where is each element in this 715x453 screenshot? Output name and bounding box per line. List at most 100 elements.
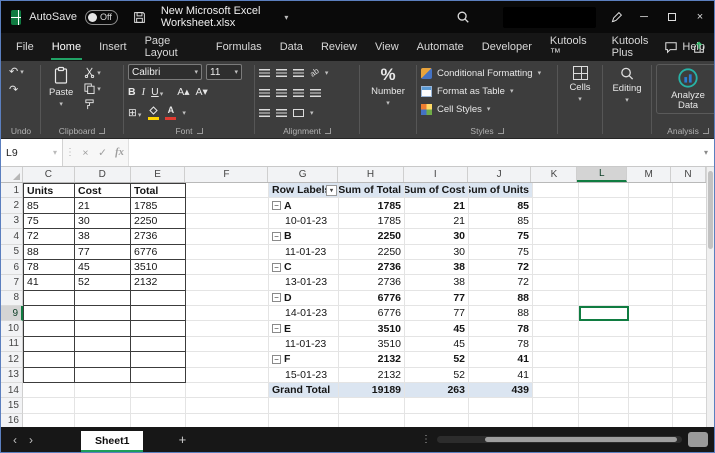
cell-J14[interactable]: 439: [469, 383, 533, 398]
cell-D2[interactable]: 21: [75, 198, 131, 213]
cell-M9[interactable]: [629, 306, 673, 321]
cell-J1[interactable]: Sum of Units: [469, 183, 533, 198]
tab-view[interactable]: View: [366, 33, 408, 61]
cell-N15[interactable]: [673, 398, 708, 413]
font-color-button[interactable]: A: [165, 106, 176, 120]
cell-L8[interactable]: [579, 291, 629, 306]
row-header-2[interactable]: 2: [1, 198, 23, 213]
cell-E11[interactable]: [131, 337, 186, 352]
align-left-icon[interactable]: [259, 89, 270, 97]
collapse-icon[interactable]: −: [272, 201, 281, 210]
collapse-icon[interactable]: −: [272, 232, 281, 241]
cell-J9[interactable]: 88: [469, 306, 533, 321]
cell-N3[interactable]: [673, 214, 708, 229]
search-icon[interactable]: [456, 10, 470, 24]
cell-H8[interactable]: 6776: [339, 291, 405, 306]
dialog-launcher-icon[interactable]: [498, 128, 504, 134]
undo-button[interactable]: ↶▾: [6, 64, 36, 79]
cell-D7[interactable]: 52: [75, 275, 131, 290]
align-bottom-icon[interactable]: [293, 69, 304, 77]
cell-I2[interactable]: 21: [405, 198, 469, 213]
collapse-icon[interactable]: −: [272, 355, 281, 364]
cell-J4[interactable]: 75: [469, 229, 533, 244]
cell-M7[interactable]: [629, 275, 673, 290]
cell-L4[interactable]: [579, 229, 629, 244]
cell-M1[interactable]: [629, 183, 673, 198]
cell-E6[interactable]: 3510: [131, 260, 186, 275]
cell-L10[interactable]: [579, 321, 629, 336]
cell-G11[interactable]: 11-01-23: [269, 337, 339, 352]
collapse-icon[interactable]: −: [272, 324, 281, 333]
collapse-icon[interactable]: −: [272, 263, 281, 272]
col-header-H[interactable]: H: [338, 167, 404, 182]
decrease-font-button[interactable]: A▾: [195, 86, 207, 98]
name-box[interactable]: L9 ▾: [1, 139, 63, 166]
cell-C7[interactable]: 41: [23, 275, 75, 290]
cell-G13[interactable]: 15-01-23: [269, 368, 339, 383]
cell-D9[interactable]: [75, 306, 131, 321]
cell-M5[interactable]: [629, 245, 673, 260]
cell-J12[interactable]: 41: [469, 352, 533, 367]
cell-L3[interactable]: [579, 214, 629, 229]
increase-indent-icon[interactable]: [276, 109, 287, 117]
cell-G12[interactable]: −F: [269, 352, 339, 367]
cell-H6[interactable]: 2736: [339, 260, 405, 275]
cell-N2[interactable]: [673, 198, 708, 213]
cell-F1[interactable]: [186, 183, 269, 198]
row-header-10[interactable]: 10: [1, 321, 23, 336]
cell-F9[interactable]: [186, 306, 269, 321]
cell-D14[interactable]: [75, 383, 131, 398]
cell-H11[interactable]: 3510: [339, 337, 405, 352]
cell-D11[interactable]: [75, 337, 131, 352]
cell-H5[interactable]: 2250: [339, 245, 405, 260]
tab-kutools-plus[interactable]: Kutools Plus: [603, 33, 674, 61]
col-header-G[interactable]: G: [268, 167, 338, 182]
cell-I7[interactable]: 38: [405, 275, 469, 290]
col-header-N[interactable]: N: [671, 167, 706, 182]
cell-I15[interactable]: [405, 398, 469, 413]
cell-G6[interactable]: −C: [269, 260, 339, 275]
cell-D10[interactable]: [75, 321, 131, 336]
align-right-icon[interactable]: [293, 89, 304, 97]
col-header-F[interactable]: F: [185, 167, 268, 182]
cell-F5[interactable]: [186, 245, 269, 260]
col-header-E[interactable]: E: [131, 167, 186, 182]
cell-D4[interactable]: 38: [75, 229, 131, 244]
cell-D12[interactable]: [75, 352, 131, 367]
cell-M12[interactable]: [629, 352, 673, 367]
cell-J10[interactable]: 78: [469, 321, 533, 336]
cell-J7[interactable]: 72: [469, 275, 533, 290]
cell-K7[interactable]: [533, 275, 579, 290]
cell-L5[interactable]: [579, 245, 629, 260]
row-header-5[interactable]: 5: [1, 245, 23, 260]
cell-N10[interactable]: [673, 321, 708, 336]
cell-K3[interactable]: [533, 214, 579, 229]
cell-H10[interactable]: 3510: [339, 321, 405, 336]
cell-K14[interactable]: [533, 383, 579, 398]
cell-N9[interactable]: [673, 306, 708, 321]
cell-L1[interactable]: [579, 183, 629, 198]
cell-H13[interactable]: 2132: [339, 368, 405, 383]
cell-M14[interactable]: [629, 383, 673, 398]
cell-I14[interactable]: 263: [405, 383, 469, 398]
cell-L2[interactable]: [579, 198, 629, 213]
cell-K6[interactable]: [533, 260, 579, 275]
tab-home[interactable]: Home: [43, 33, 90, 61]
cell-G4[interactable]: −B: [269, 229, 339, 244]
share-icon[interactable]: [692, 41, 706, 54]
previous-sheet-button[interactable]: ‹: [7, 433, 23, 447]
cell-H4[interactable]: 2250: [339, 229, 405, 244]
cell-H3[interactable]: 1785: [339, 214, 405, 229]
italic-button[interactable]: I: [142, 87, 146, 98]
cell-F10[interactable]: [186, 321, 269, 336]
col-header-D[interactable]: D: [75, 167, 131, 182]
collapse-icon[interactable]: −: [272, 293, 281, 302]
cell-E5[interactable]: 6776: [131, 245, 186, 260]
row-header-1[interactable]: 1: [1, 183, 23, 198]
cell-C9[interactable]: [23, 306, 75, 321]
select-all-button[interactable]: [1, 167, 23, 182]
cell-F13[interactable]: [186, 368, 269, 383]
col-header-M[interactable]: M: [627, 167, 671, 182]
insert-function-icon[interactable]: fx: [111, 139, 128, 166]
cell-J6[interactable]: 72: [469, 260, 533, 275]
